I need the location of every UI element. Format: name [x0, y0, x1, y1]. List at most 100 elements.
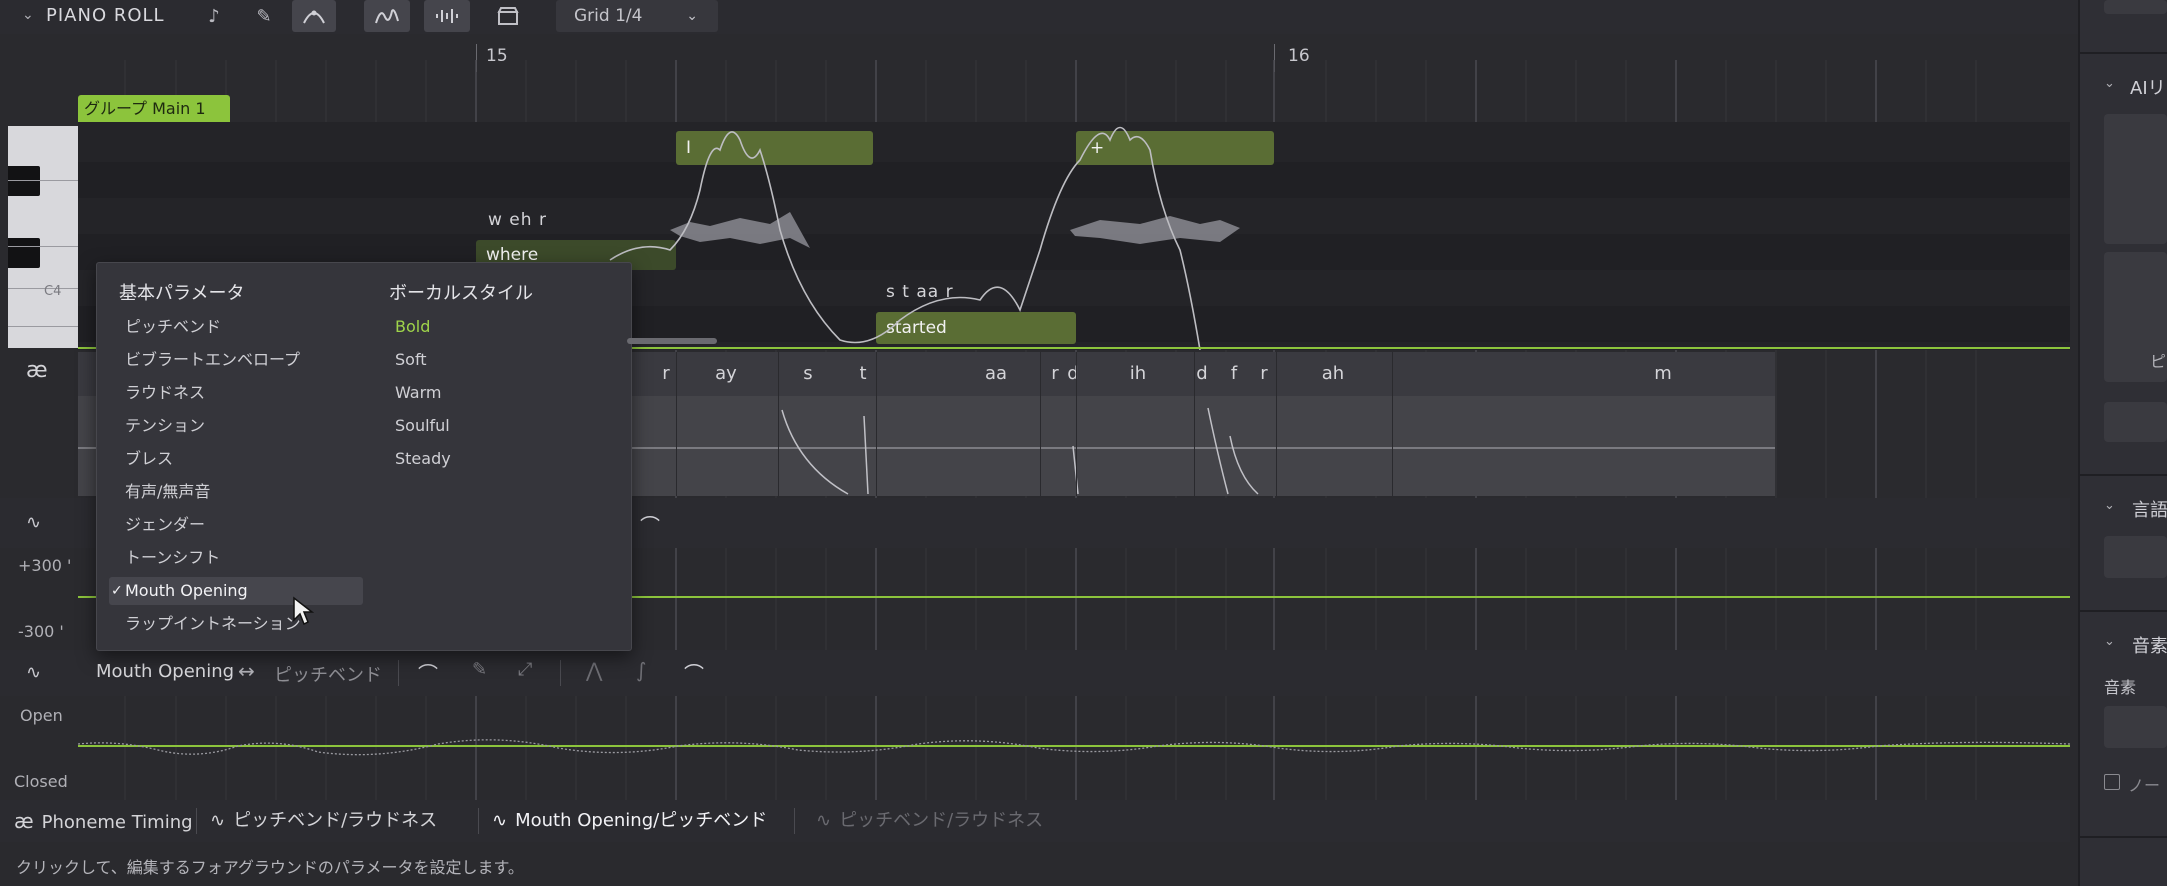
- mouse-cursor-icon: [293, 596, 314, 626]
- phoneme-field-label: 音素: [2104, 678, 2137, 697]
- param-lane-toggle-icon[interactable]: ∿: [26, 512, 41, 533]
- pencil-icon[interactable]: ✎: [472, 659, 487, 680]
- phoneme-tab-icon: æ: [14, 809, 34, 833]
- language-select[interactable]: [2104, 536, 2167, 578]
- black-key[interactable]: [8, 166, 40, 196]
- tab-label: ピッチベンド/ラウドネス: [839, 810, 1044, 831]
- tab-pitch-loudness[interactable]: ∿ ピッチベンド/ラウドネス: [210, 800, 437, 842]
- section-divider: [2078, 610, 2167, 612]
- pitch-curve-view-icon[interactable]: [364, 0, 410, 32]
- menu-item-voicing[interactable]: 有声/無声音: [109, 478, 363, 506]
- menu-item-tension[interactable]: テンション: [109, 412, 363, 440]
- arc-icon[interactable]: ⌒: [684, 658, 704, 687]
- grid-select[interactable]: Grid 1/4 ⌄: [556, 0, 718, 32]
- phoneme-input[interactable]: [2104, 706, 2167, 748]
- right-panel-field[interactable]: [2104, 402, 2167, 442]
- closed-label: Closed: [14, 772, 68, 791]
- menu-item-loudness[interactable]: ラウドネス: [109, 379, 363, 407]
- right-panel-top-box[interactable]: [2104, 0, 2167, 14]
- section-divider: [2078, 52, 2167, 54]
- phoneme-divider: [1194, 352, 1195, 496]
- language-section-label: 言語: [2132, 500, 2167, 521]
- open-label: Open: [20, 706, 63, 725]
- phoneme[interactable]: m: [1398, 352, 1928, 396]
- collapse-chevron-icon[interactable]: ⌄: [22, 7, 34, 23]
- phoneme-icon: æ: [26, 358, 48, 383]
- piano-keyboard[interactable]: C4: [8, 126, 78, 348]
- toolbar-divider: [398, 660, 399, 686]
- chevron-down-icon[interactable]: ⌄: [2104, 634, 2115, 649]
- note-checkbox[interactable]: [2104, 774, 2120, 790]
- phoneme-divider: [676, 352, 677, 496]
- param-minus-label: -300 ': [18, 622, 64, 641]
- phoneme[interactable]: d: [1058, 352, 1088, 396]
- param-toggle-icon[interactable]: ∿: [26, 662, 41, 683]
- chevron-down-icon: ⌄: [686, 8, 698, 24]
- phoneme-divider: [1392, 352, 1393, 496]
- fg-param-label[interactable]: Mouth Opening: [96, 661, 234, 682]
- ai-section-label: AIリ: [2130, 78, 2166, 99]
- phoneme-divider: [778, 352, 779, 496]
- c4-key-label: C4: [44, 284, 62, 299]
- phoneme[interactable]: ih: [1098, 352, 1178, 396]
- toolbar-divider: [560, 660, 561, 686]
- phoneme[interactable]: r: [1254, 352, 1274, 396]
- style-item-soft[interactable]: Soft: [395, 346, 427, 374]
- group-tag[interactable]: グループ Main 1: [78, 95, 230, 123]
- tab-pitch-loudness-disabled[interactable]: ∿ ピッチベンド/ラウドネス: [816, 800, 1043, 842]
- right-panel-char: ピ: [2150, 352, 2167, 371]
- ai-panel-box[interactable]: [2104, 114, 2167, 244]
- phoneme[interactable]: s: [778, 352, 838, 396]
- phoneme[interactable]: ah: [1278, 352, 1388, 396]
- tab-phoneme-timing[interactable]: æ Phoneme Timing: [14, 800, 193, 842]
- tab-label: Phoneme Timing: [41, 812, 193, 833]
- scroll-indicator[interactable]: [627, 338, 717, 344]
- section-divider: [2078, 474, 2167, 476]
- menu-item-pitch-bend[interactable]: ピッチベンド: [109, 313, 363, 341]
- tab-mouth-pitch[interactable]: ∿ Mouth Opening/ピッチベンド: [492, 800, 767, 842]
- black-key[interactable]: [8, 238, 40, 268]
- phoneme-divider: [876, 352, 877, 496]
- menu-item-vibrato-envelope[interactable]: ビブラートエンベロープ: [109, 346, 363, 374]
- menu-item-mouth-opening[interactable]: ✓ Mouth Opening: [109, 577, 363, 605]
- menu-item-tone-shift[interactable]: トーンシフト: [109, 544, 363, 572]
- pitch-curve: [609, 126, 1240, 350]
- waveform-view-icon[interactable]: [424, 0, 470, 32]
- curve-select-tool-icon[interactable]: [292, 0, 336, 32]
- note-tool-icon[interactable]: ♪: [194, 0, 234, 32]
- note-phonemes: w eh r: [488, 210, 547, 230]
- swap-icon[interactable]: ↔: [238, 659, 255, 683]
- clapper-icon[interactable]: [488, 0, 528, 32]
- phoneme[interactable]: ay: [676, 352, 776, 396]
- curve-select-icon[interactable]: ⌒: [418, 658, 438, 687]
- peak-icon[interactable]: ⋀: [586, 658, 602, 682]
- section-title: PIANO ROLL: [46, 5, 165, 26]
- style-item-bold[interactable]: Bold: [395, 313, 430, 341]
- tab-label: Mouth Opening/ピッチベンド: [515, 810, 768, 831]
- phoneme[interactable]: t: [852, 352, 874, 396]
- mouth-bg-curve: [78, 739, 2070, 756]
- bg-param-label[interactable]: ピッチベンド: [274, 661, 382, 687]
- pencil-tool-icon[interactable]: ✎: [244, 0, 284, 32]
- menu-item-breath[interactable]: ブレス: [109, 445, 363, 473]
- style-item-steady[interactable]: Steady: [395, 445, 451, 473]
- chevron-down-icon[interactable]: ⌄: [2104, 76, 2115, 91]
- param-plus-label: +300 ': [18, 556, 72, 575]
- menu-item-label: Mouth Opening: [125, 581, 248, 600]
- style-item-soulful[interactable]: Soulful: [395, 412, 450, 440]
- s-curve-icon[interactable]: ∫: [636, 658, 646, 682]
- tab-label: ピッチベンド/ラウドネス: [233, 810, 438, 831]
- curve-tool-icon[interactable]: ⌒: [640, 510, 660, 539]
- line-tool-icon[interactable]: ⤢: [518, 659, 532, 680]
- basic-params-header: 基本パラメータ: [119, 283, 245, 304]
- chevron-down-icon[interactable]: ⌄: [2104, 498, 2115, 513]
- piano-roll-toolbar: ⌄ PIANO ROLL ♪ ✎ Grid 1/4 ⌄: [0, 0, 2080, 34]
- phoneme-divider: [1276, 352, 1277, 496]
- curve-icon: ∿: [816, 810, 832, 831]
- menu-item-gender[interactable]: ジェンダー: [109, 511, 363, 539]
- menu-item-rap-intonation[interactable]: ラップイントネーション: [109, 610, 363, 638]
- status-bar: クリックして、編集するフォアグラウンドのパラメータを設定します。: [16, 858, 524, 877]
- bottom-tabs: æ Phoneme Timing ∿ ピッチベンド/ラウドネス ∿ Mouth Ope…: [0, 800, 2070, 842]
- style-item-warm[interactable]: Warm: [395, 379, 441, 407]
- phoneme[interactable]: f: [1222, 352, 1246, 396]
